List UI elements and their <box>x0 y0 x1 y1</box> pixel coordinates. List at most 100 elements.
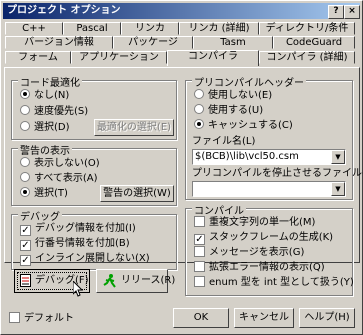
warn-none-radio[interactable]: 表示しない(O) <box>20 157 100 170</box>
default-checkbox[interactable]: デフォルト <box>9 312 74 325</box>
debug-title: デバッグ <box>18 208 62 223</box>
window-title: プロジェクト オプション <box>7 5 121 16</box>
precompiled-headers-title: プリコンパイルヘッダー <box>192 74 306 89</box>
no-inline-label: インライン展開しない(X) <box>35 253 150 264</box>
warn-all-label: すべて表示(A) <box>34 173 98 184</box>
tab-linker-advanced[interactable]: リンカ (詳細) <box>179 22 259 35</box>
stop-file-combobox[interactable]: ▼ <box>192 181 346 197</box>
radio-selected-icon <box>194 119 204 129</box>
opt-none-label: なし(N) <box>34 90 70 101</box>
debug-info-checkbox[interactable]: ✓ デバッグ情報を付加(I) <box>20 222 136 236</box>
radio-selected-icon <box>20 187 30 197</box>
warn-select-label: 選択(T) <box>34 188 68 199</box>
merge-strings-checkbox[interactable]: 重複文字列の単一化(M) <box>194 216 315 229</box>
debug-info-label: デバッグ情報を付加(I) <box>35 223 136 234</box>
debug-doc-icon <box>20 274 32 288</box>
select-warnings-button[interactable]: 警告の選択(W) <box>100 185 174 202</box>
show-messages-label: メッセージを表示(G) <box>209 247 305 258</box>
code-optimization-group: コード最適化 なし(N) 速度優先(S) 選択(D) 最適化の選択(E) <box>11 74 177 140</box>
warn-select-radio[interactable]: 選択(T) <box>20 187 68 200</box>
pch-use-label: 使用する(U) <box>208 105 264 116</box>
tab-compiler[interactable]: コンパイラ <box>167 50 259 66</box>
default-label: デフォルト <box>24 313 74 324</box>
radio-icon <box>20 172 30 182</box>
filename-label: ファイル名(L) <box>192 136 256 147</box>
tab-application[interactable]: アプリケーション <box>71 51 167 64</box>
extended-errors-checkbox[interactable]: 拡張エラー情報の表示(Q) <box>194 261 325 274</box>
warn-all-radio[interactable]: すべて表示(A) <box>20 172 98 185</box>
dropdown-arrow-icon[interactable]: ▼ <box>331 182 345 196</box>
no-inline-checkbox[interactable]: ✓ インライン展開しない(X) <box>20 252 150 266</box>
tab-directories[interactable]: ディレクトリ/条件 <box>259 22 355 35</box>
release-config-button[interactable]: リリース(R) <box>96 269 175 293</box>
checkbox-icon <box>9 312 20 323</box>
compiler-tab-panel: コード最適化 なし(N) 速度優先(S) 選択(D) 最適化の選択(E) 警告の… <box>4 67 363 296</box>
stack-frame-label: スタックフレームの生成(K) <box>209 232 334 243</box>
opt-speed-label: 速度優先(S) <box>34 106 89 117</box>
checkbox-icon <box>194 276 205 287</box>
title-bar[interactable]: プロジェクト オプション ? × <box>3 3 360 19</box>
tab-tasm[interactable]: Tasm <box>193 36 273 49</box>
code-optimization-title: コード最適化 <box>18 74 82 89</box>
tab-packages[interactable]: パッケージ <box>113 36 193 49</box>
compile-title: コンパイル <box>192 202 246 217</box>
show-messages-checkbox[interactable]: メッセージを表示(G) <box>194 246 304 259</box>
help-button[interactable]: ヘルプ(H) <box>299 308 355 328</box>
pch-cache-radio[interactable]: キャッシュする(C) <box>194 119 293 132</box>
ok-button[interactable]: OK <box>173 308 229 328</box>
stop-file-label: プリコンパイルを停止させるファイル(F) <box>192 168 363 179</box>
tab-compiler-advanced[interactable]: コンパイラ (詳細) <box>259 51 355 64</box>
warnings-group: 警告の表示 表示しない(O) すべて表示(A) 選択(T) 警告の選択(W) <box>11 142 177 206</box>
debug-group: デバッグ ✓ デバッグ情報を付加(I) ✓ 行番号情報を付加(B) ✓ インライン展開… <box>11 208 177 270</box>
line-number-checkbox[interactable]: ✓ 行番号情報を付加(B) <box>20 237 130 251</box>
radio-icon <box>194 104 204 114</box>
debug-config-button[interactable]: デバッグ(F) <box>14 269 90 297</box>
checkmark-icon: ✓ <box>20 255 31 266</box>
release-config-label: リリース(R) <box>121 275 176 286</box>
checkmark-icon: ✓ <box>20 225 31 236</box>
warn-none-label: 表示しない(O) <box>34 158 100 169</box>
tab-version-info[interactable]: バージョン情報 <box>5 36 113 49</box>
enum-int-checkbox[interactable]: enum 型を int 型として扱う(Y) <box>194 276 354 289</box>
extended-errors-label: 拡張エラー情報の表示(Q) <box>209 262 325 273</box>
opt-none-radio[interactable]: なし(N) <box>20 89 69 102</box>
checkbox-icon <box>194 216 205 227</box>
pch-cache-label: キャッシュする(C) <box>208 120 293 131</box>
radio-icon <box>20 157 30 167</box>
radio-icon <box>194 89 204 99</box>
tab-pascal[interactable]: Pascal <box>63 22 121 35</box>
tab-linker[interactable]: リンカ <box>121 22 179 35</box>
precompiled-headers-group: プリコンパイルヘッダー 使用しない(E) 使用する(U) キャッシュする(C) … <box>185 74 363 200</box>
select-optimization-button[interactable]: 最適化の選択(E) <box>94 119 174 136</box>
dialog-window: プロジェクト オプション ? × C++ Pascal リンカ リンカ (詳細)… <box>0 0 363 335</box>
opt-select-label: 選択(D) <box>34 122 70 133</box>
pch-use-radio[interactable]: 使用する(U) <box>194 104 263 117</box>
checkbox-icon <box>194 246 205 257</box>
pch-none-radio[interactable]: 使用しない(E) <box>194 89 272 102</box>
cancel-button[interactable]: キャンセル <box>234 308 294 328</box>
checkbox-icon <box>194 261 205 272</box>
filename-value: $(BCB)\lib\vcl50.csm <box>195 151 299 162</box>
dropdown-arrow-icon[interactable]: ▼ <box>331 150 345 164</box>
compile-group: コンパイル 重複文字列の単一化(M) ✓ スタックフレームの生成(K) メッセージ… <box>185 202 354 296</box>
mouse-cursor-icon <box>72 279 84 306</box>
checkmark-icon: ✓ <box>194 234 205 245</box>
enum-int-label: enum 型を int 型として扱う(Y) <box>209 277 354 288</box>
radio-icon <box>20 121 30 131</box>
merge-strings-label: 重複文字列の単一化(M) <box>209 217 316 228</box>
close-title-button[interactable]: × <box>344 5 360 19</box>
opt-speed-radio[interactable]: 速度優先(S) <box>20 105 88 118</box>
filename-combobox[interactable]: $(BCB)\lib\vcl50.csm ▼ <box>192 149 346 165</box>
tab-forms[interactable]: フォーム <box>5 51 71 64</box>
line-number-label: 行番号情報を付加(B) <box>35 238 130 249</box>
radio-icon <box>20 105 30 115</box>
tab-cpp[interactable]: C++ <box>5 22 63 35</box>
checkmark-icon: ✓ <box>20 240 31 251</box>
pch-none-label: 使用しない(E) <box>208 90 273 101</box>
stack-frame-checkbox[interactable]: ✓ スタックフレームの生成(K) <box>194 231 334 245</box>
tab-codeguard[interactable]: CodeGuard <box>273 36 355 49</box>
running-figure-icon <box>103 274 117 298</box>
warnings-title: 警告の表示 <box>18 142 72 157</box>
opt-select-radio[interactable]: 選択(D) <box>20 121 70 134</box>
help-title-button[interactable]: ? <box>328 5 344 19</box>
